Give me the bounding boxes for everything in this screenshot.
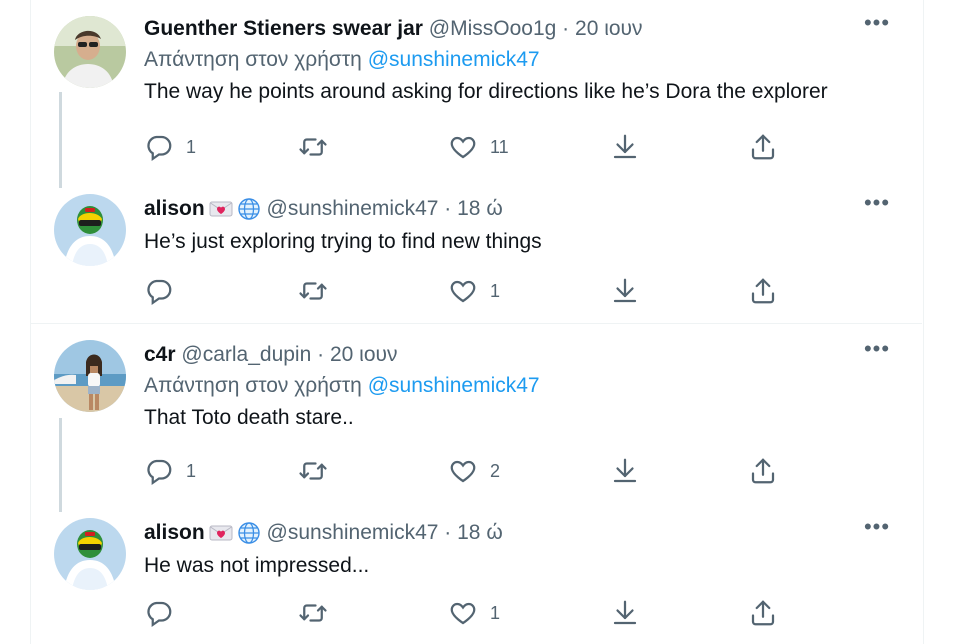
reply-icon (144, 456, 174, 486)
reply-button[interactable]: 1 (144, 454, 196, 488)
mention-link[interactable]: @sunshinemick47 (368, 374, 540, 397)
more-options-icon[interactable]: ••• (862, 338, 892, 368)
reply-icon (144, 132, 174, 162)
like-count: 2 (490, 460, 501, 481)
avatar[interactable] (54, 194, 126, 266)
separator-dot: · (444, 521, 452, 544)
download-button[interactable] (610, 596, 640, 630)
tweet[interactable]: Guenther Stieners swear jar @MissOoo1g ·… (30, 12, 922, 184)
like-count: 11 (490, 136, 509, 157)
display-name[interactable]: c4r (144, 343, 176, 366)
tweet[interactable]: alison @sunshinemick47 · 18 ώ ••• He’s j… (30, 192, 922, 324)
like-count: 1 (490, 280, 501, 301)
retweet-button[interactable] (298, 130, 340, 164)
timestamp[interactable]: 18 ώ (457, 197, 503, 220)
tweet-header: c4r @carla_dupin · 20 ιουν (144, 340, 892, 370)
timestamp[interactable]: 18 ώ (457, 521, 503, 544)
display-name[interactable]: alison (144, 521, 205, 544)
tweet-text: He’s just exploring trying to find new t… (144, 230, 542, 253)
timestamp[interactable]: 20 ιουν (330, 343, 398, 366)
reply-button[interactable]: 1 (144, 130, 196, 164)
download-button[interactable] (610, 130, 640, 164)
reply-count: 1 (186, 460, 197, 481)
mention-link[interactable]: @sunshinemick47 (368, 48, 540, 71)
user-handle[interactable]: @sunshinemick47 (267, 197, 439, 220)
thread-divider (30, 323, 922, 324)
like-button[interactable]: 1 (448, 596, 500, 630)
share-icon (748, 598, 778, 628)
reply-button[interactable] (144, 274, 186, 308)
share-button[interactable] (748, 274, 778, 308)
retweet-button[interactable] (298, 454, 340, 488)
tweet-actions: 1 (144, 596, 784, 630)
avatar[interactable] (54, 16, 126, 88)
user-handle[interactable]: @MissOoo1g (429, 17, 557, 40)
share-icon (748, 132, 778, 162)
display-name[interactable]: alison (144, 197, 205, 220)
tweet-text: He was not impressed... (144, 554, 370, 577)
timestamp[interactable]: 20 ιουν (575, 17, 643, 40)
tweet[interactable]: c4r @carla_dupin · 20 ιουν ••• Απάντηση … (30, 338, 922, 510)
retweet-icon (298, 132, 328, 162)
tweet[interactable]: alison @sunshinemick47 · 18 ώ ••• He was… (30, 516, 922, 644)
like-count: 1 (490, 602, 501, 623)
like-button[interactable]: 2 (448, 454, 500, 488)
heart-icon (448, 132, 478, 162)
tweet-text: The way he points around asking for dire… (144, 80, 828, 103)
share-icon (748, 456, 778, 486)
like-button[interactable]: 11 (448, 130, 509, 164)
retweet-icon (298, 598, 328, 628)
download-button[interactable] (610, 274, 640, 308)
avatar[interactable] (54, 518, 126, 590)
tweet-actions: 1 2 (144, 454, 784, 488)
retweet-icon (298, 276, 328, 306)
replying-to-prefix: Απάντηση στον χρήστη (144, 374, 362, 397)
globe-icon (237, 197, 261, 221)
tweet-text: That Toto death stare.. (144, 406, 354, 429)
download-icon (610, 456, 640, 486)
love-letter-icon (209, 197, 233, 221)
share-button[interactable] (748, 596, 778, 630)
share-button[interactable] (748, 454, 778, 488)
more-options-icon[interactable]: ••• (862, 192, 892, 222)
download-button[interactable] (610, 454, 640, 488)
tweet-header: alison @sunshinemick47 · 18 ώ (144, 518, 892, 548)
reply-button[interactable] (144, 596, 186, 630)
reply-icon (144, 598, 174, 628)
replying-to: Απάντηση στον χρήστη @sunshinemick47 (144, 370, 892, 402)
separator-dot: · (317, 343, 325, 366)
retweet-button[interactable] (298, 596, 340, 630)
replying-to-prefix: Απάντηση στον χρήστη (144, 48, 362, 71)
reply-count: 1 (186, 136, 197, 157)
more-options-icon[interactable]: ••• (862, 12, 892, 42)
globe-icon (237, 521, 261, 545)
download-icon (610, 132, 640, 162)
retweet-button[interactable] (298, 274, 340, 308)
separator-dot: · (562, 17, 570, 40)
share-icon (748, 276, 778, 306)
user-handle[interactable]: @sunshinemick47 (267, 521, 439, 544)
replying-to: Απάντηση στον χρήστη @sunshinemick47 (144, 44, 892, 76)
download-icon (610, 598, 640, 628)
more-options-icon[interactable]: ••• (862, 516, 892, 546)
tweet-actions: 1 (144, 274, 784, 308)
tweet-header: alison @sunshinemick47 · 18 ώ (144, 194, 892, 224)
download-icon (610, 276, 640, 306)
tweet-header: Guenther Stieners swear jar @MissOoo1g ·… (144, 14, 892, 44)
heart-icon (448, 456, 478, 486)
tweet-actions: 1 11 (144, 130, 784, 164)
heart-icon (448, 276, 478, 306)
like-button[interactable]: 1 (448, 274, 500, 308)
display-name[interactable]: Guenther Stieners swear jar (144, 17, 423, 40)
reply-icon (144, 276, 174, 306)
user-handle[interactable]: @carla_dupin (181, 343, 311, 366)
avatar[interactable] (54, 340, 126, 412)
heart-icon (448, 598, 478, 628)
separator-dot: · (444, 197, 452, 220)
retweet-icon (298, 456, 328, 486)
share-button[interactable] (748, 130, 778, 164)
love-letter-icon (209, 521, 233, 545)
